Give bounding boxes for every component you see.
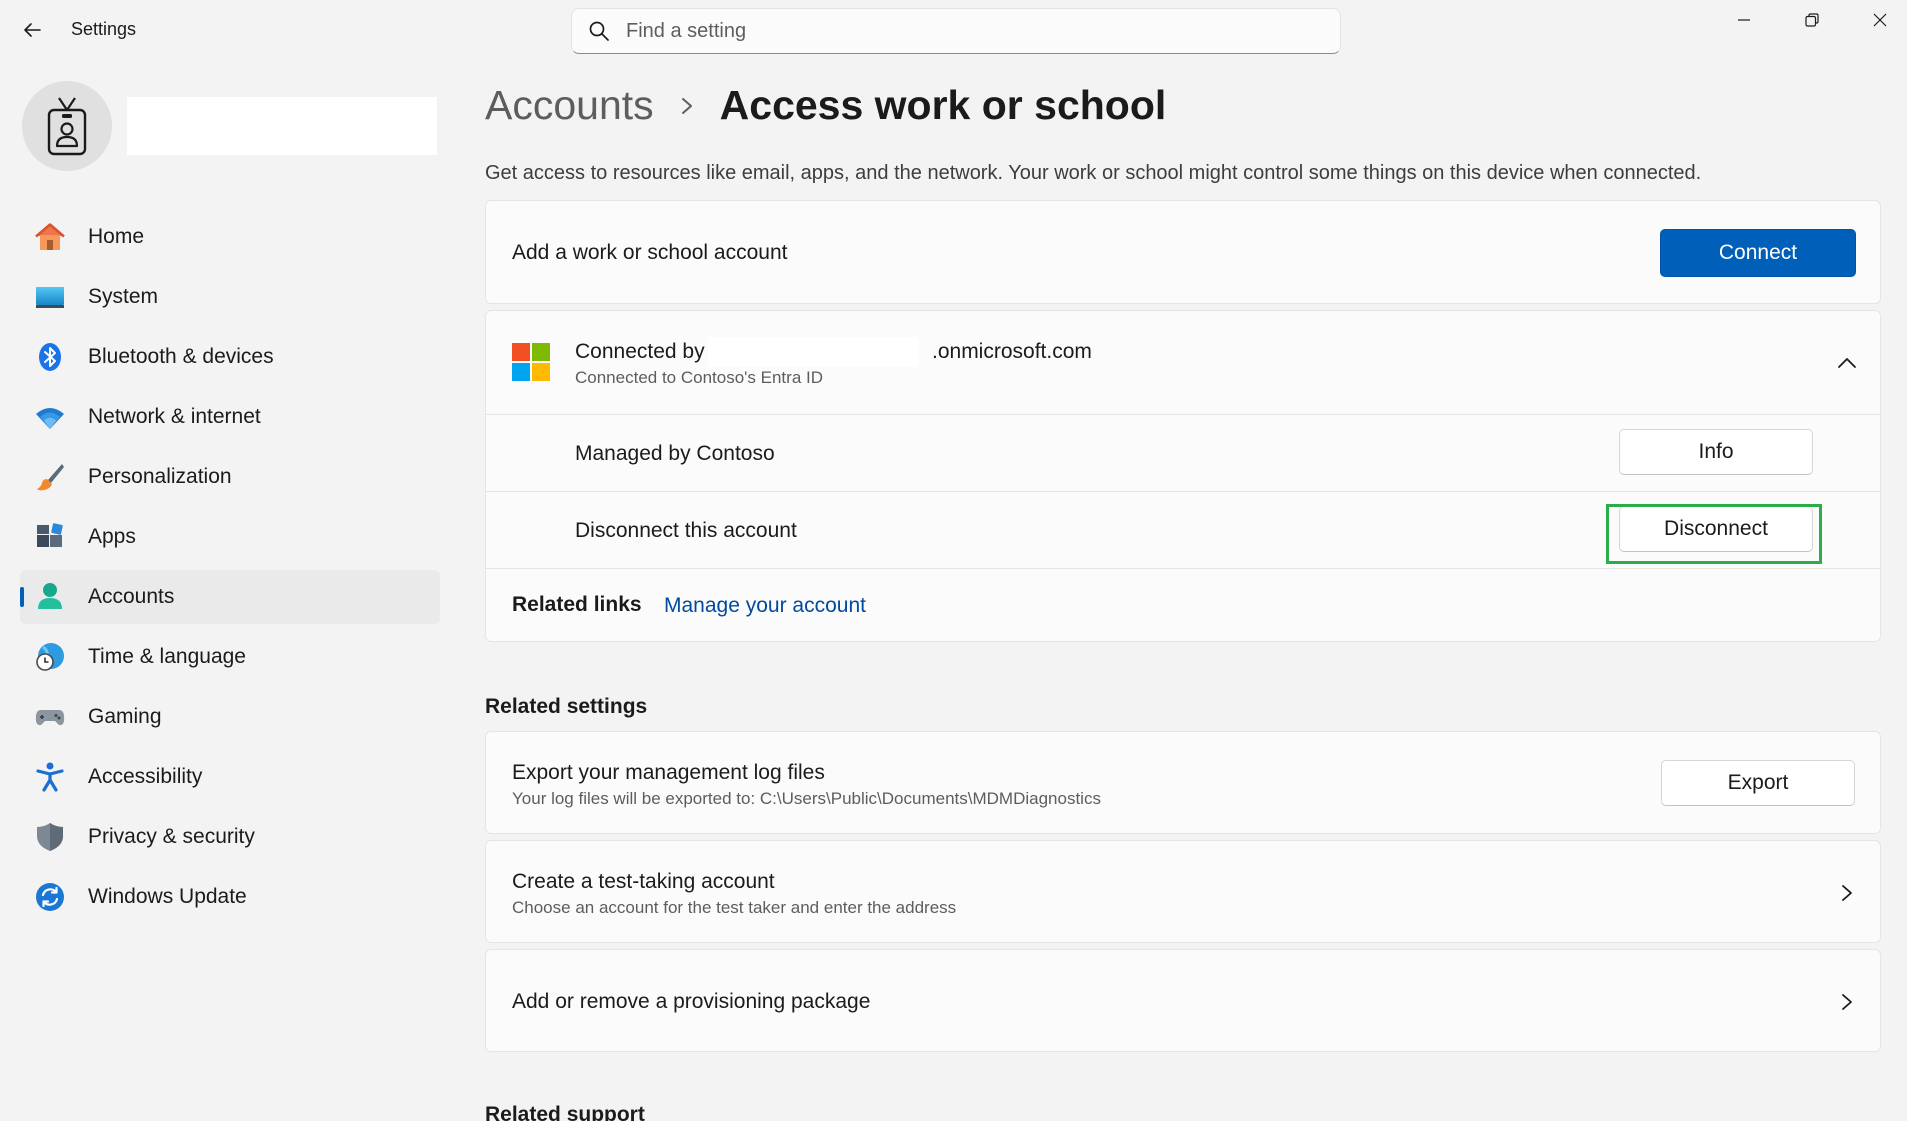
back-arrow-icon <box>24 23 41 37</box>
divider <box>486 414 1880 415</box>
add-account-card: Add a work or school account Connect <box>485 200 1881 304</box>
export-logs-card: Export your management log files Your lo… <box>485 731 1881 834</box>
sidebar-item-label: Home <box>88 225 145 248</box>
connected-account-subtitle: Connected to Contoso's Entra ID <box>575 368 823 387</box>
sidebar-item-windows-update[interactable]: Windows Update <box>20 870 440 924</box>
app-title: Settings <box>71 19 137 39</box>
title-bar: Settings <box>0 0 1907 60</box>
sidebar-item-gaming[interactable]: Gaming <box>20 690 440 744</box>
chevron-right-icon <box>680 96 694 116</box>
sidebar-item-label: Accessibility <box>88 765 203 788</box>
test-taking-account-card[interactable]: Create a test-taking account Choose an a… <box>485 840 1881 943</box>
close-icon <box>1873 13 1887 27</box>
sidebar-item-bluetooth[interactable]: Bluetooth & devices <box>20 330 440 384</box>
restore-button[interactable] <box>1778 0 1846 40</box>
tenant-name-redacted <box>708 337 918 367</box>
avatar <box>22 81 112 171</box>
sidebar-item-label: Accounts <box>88 585 175 608</box>
shield-icon <box>34 821 66 853</box>
info-button[interactable]: Info <box>1619 429 1813 475</box>
system-icon <box>34 281 66 313</box>
sidebar-item-apps[interactable]: Apps <box>20 510 440 564</box>
gamepad-icon <box>34 701 66 733</box>
export-logs-title: Export your management log files <box>512 761 825 784</box>
sidebar-item-label: Network & internet <box>88 405 261 428</box>
accessibility-icon <box>34 761 66 793</box>
sidebar-item-time-language[interactable]: Time & language <box>20 630 440 684</box>
related-support-heading: Related support <box>485 1103 645 1121</box>
sidebar-item-label: Apps <box>88 525 136 548</box>
sidebar-item-network[interactable]: Network & internet <box>20 390 440 444</box>
connected-by-label: Connected by <box>575 340 705 363</box>
search-box[interactable] <box>571 8 1341 54</box>
managed-by-label: Managed by Contoso <box>575 442 775 465</box>
connected-account-header[interactable]: Connected by .onmicrosoft.com Connected … <box>486 311 1880 414</box>
apps-icon <box>34 521 66 553</box>
accounts-icon <box>34 581 66 613</box>
test-taking-subtitle: Choose an account for the test taker and… <box>512 898 957 917</box>
sidebar-item-label: Gaming <box>88 705 162 728</box>
chevron-right-icon <box>1835 881 1859 905</box>
disconnect-highlight-box <box>1606 504 1822 564</box>
profile-name-redacted <box>127 97 437 155</box>
badge-person-icon <box>47 97 87 156</box>
provisioning-package-card[interactable]: Add or remove a provisioning package <box>485 949 1881 1052</box>
brush-icon <box>34 461 66 493</box>
sidebar-item-home[interactable]: Home <box>20 210 440 264</box>
bluetooth-icon <box>34 341 66 373</box>
sidebar-item-label: Privacy & security <box>88 825 255 848</box>
update-icon <box>34 881 66 913</box>
related-links-label: Related links <box>512 593 642 616</box>
export-logs-subtitle: Your log files will be exported to: C:\U… <box>512 789 1101 808</box>
chevron-up-icon <box>1838 358 1856 368</box>
restore-icon <box>1805 13 1819 27</box>
export-button[interactable]: Export <box>1661 760 1855 806</box>
sidebar-item-label: System <box>88 285 159 308</box>
breadcrumb: Accounts Access work or school <box>485 82 1166 129</box>
manage-account-link[interactable]: Manage your account <box>664 594 866 618</box>
divider <box>486 568 1880 569</box>
sidebar-item-label: Personalization <box>88 465 232 488</box>
sidebar-item-label: Bluetooth & devices <box>88 345 274 368</box>
close-button[interactable] <box>1846 0 1907 40</box>
disconnect-account-label: Disconnect this account <box>575 519 797 542</box>
minimize-button[interactable] <box>1710 0 1778 40</box>
sidebar-item-accessibility[interactable]: Accessibility <box>20 750 440 804</box>
provisioning-title: Add or remove a provisioning package <box>512 990 871 1013</box>
search-icon <box>589 21 609 41</box>
sidebar-nav: Home System Bluetooth & devices Network … <box>20 210 440 930</box>
minimize-icon <box>1738 19 1750 21</box>
collapse-button[interactable] <box>1835 351 1859 375</box>
sidebar-item-system[interactable]: System <box>20 270 440 324</box>
sidebar-item-label: Time & language <box>88 645 246 668</box>
globe-clock-icon <box>34 641 66 673</box>
divider <box>486 491 1880 492</box>
microsoft-logo-icon <box>512 343 550 381</box>
home-icon <box>34 221 66 253</box>
sidebar-item-privacy-security[interactable]: Privacy & security <box>20 810 440 864</box>
page-description: Get access to resources like email, apps… <box>485 162 1702 184</box>
connected-account-card: Connected by .onmicrosoft.com Connected … <box>485 310 1881 642</box>
tenant-domain-suffix: .onmicrosoft.com <box>932 340 1092 363</box>
sidebar-item-personalization[interactable]: Personalization <box>20 450 440 504</box>
test-taking-title: Create a test-taking account <box>512 870 775 893</box>
back-button[interactable] <box>14 14 50 46</box>
breadcrumb-accounts-link[interactable]: Accounts <box>485 82 654 129</box>
search-input[interactable] <box>626 19 1306 43</box>
wifi-icon <box>34 401 66 433</box>
sidebar-item-label: Windows Update <box>88 885 247 908</box>
page-title: Access work or school <box>719 82 1167 128</box>
sidebar-item-accounts[interactable]: Accounts <box>20 570 440 624</box>
connect-button[interactable]: Connect <box>1660 229 1856 277</box>
add-account-label: Add a work or school account <box>512 241 788 264</box>
related-settings-heading: Related settings <box>485 695 648 718</box>
chevron-right-icon <box>1835 990 1859 1014</box>
